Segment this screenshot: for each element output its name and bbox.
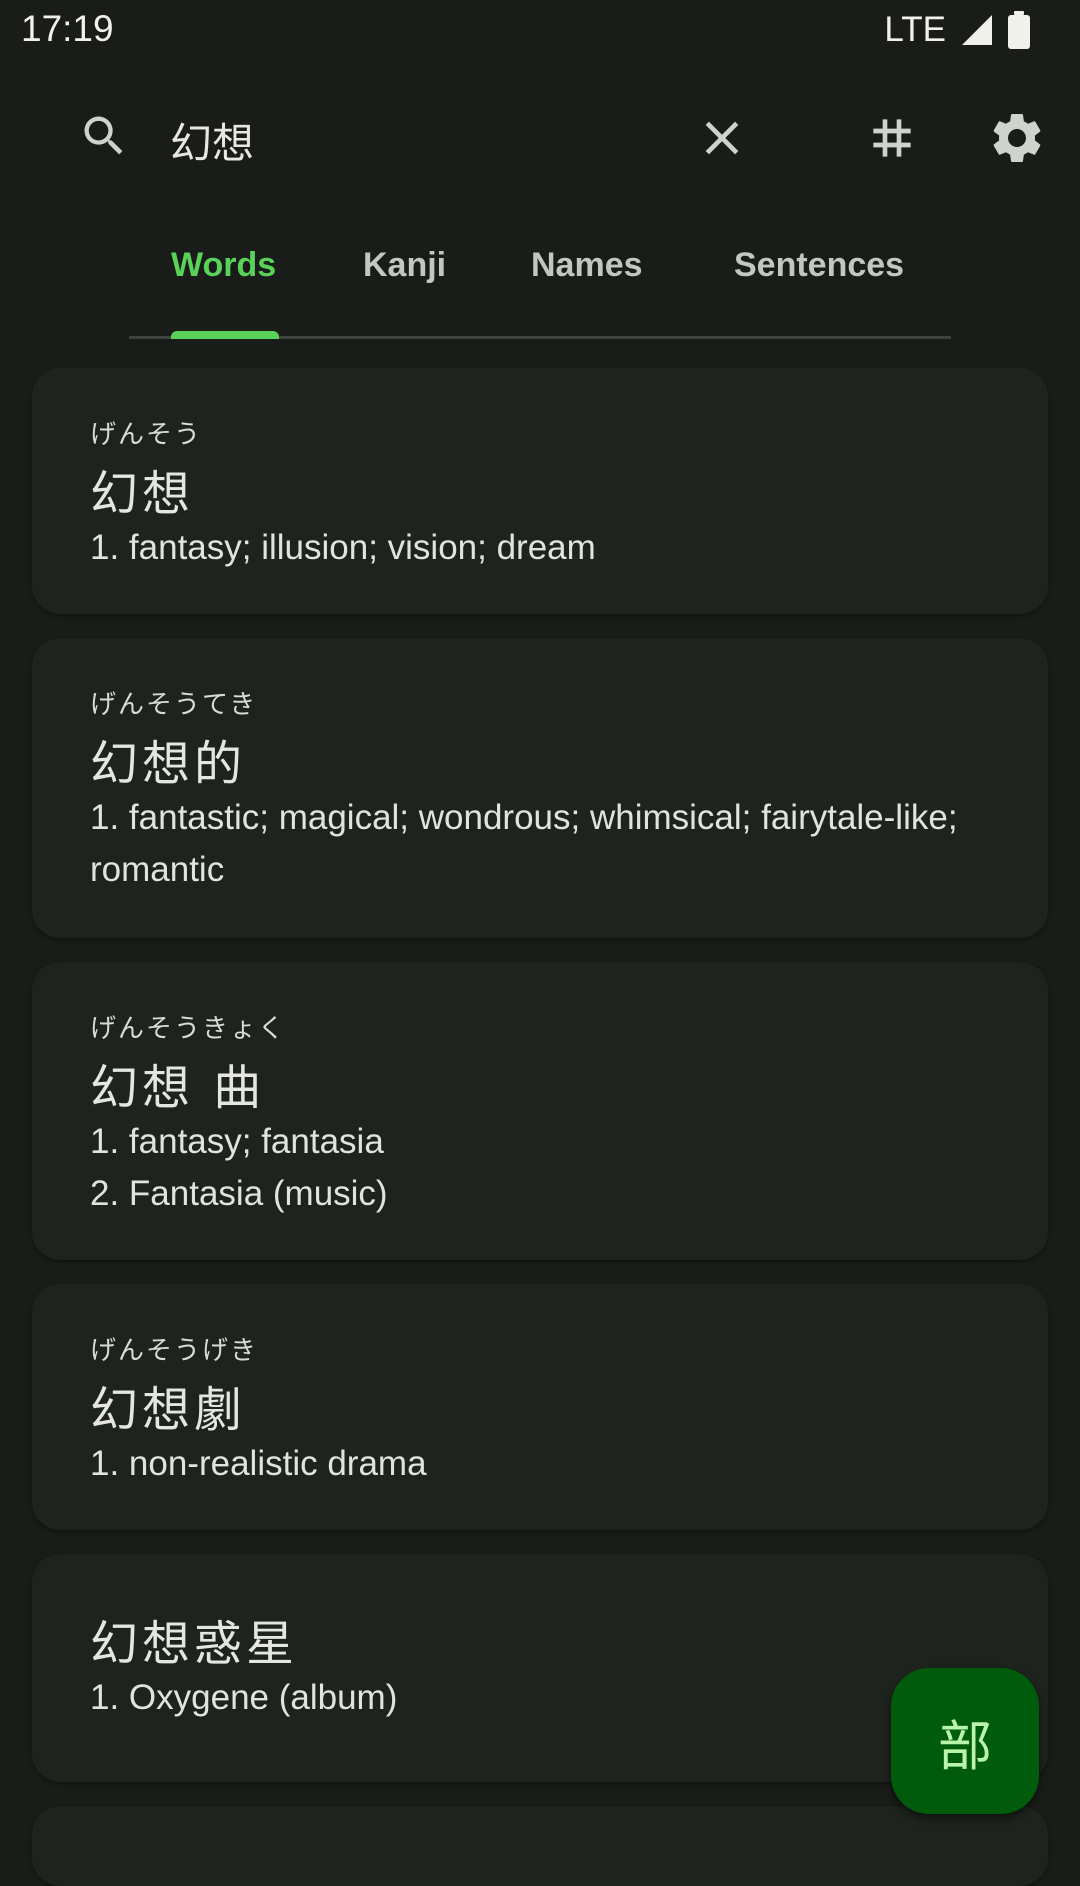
word: 幻想惑星 [90, 1616, 299, 1672]
status-icons: LTE [884, 10, 1030, 50]
word: 幻想的 [90, 736, 247, 792]
gloss: 2. Fantasia (music) [90, 1174, 388, 1213]
radical-search-button[interactable]: 部 [891, 1668, 1039, 1814]
signal-icon [962, 15, 992, 45]
status-time: 17:19 [21, 8, 114, 49]
reading: げんそうてき [90, 690, 258, 720]
tab-words[interactable]: Words [171, 246, 276, 285]
reading: げんそう [90, 420, 203, 450]
gloss: 1. fantastic; magical; wondrous; whimsic… [90, 798, 958, 889]
tab-kanji[interactable]: Kanji [363, 246, 446, 285]
tab-bar: Words Kanji Names Sentences [129, 226, 951, 339]
search-bar: 幻想 [0, 90, 1080, 184]
reading: げんそうきょく [90, 1014, 287, 1044]
gloss: 1. fantasy; illusion; vision; dream [90, 528, 596, 567]
result-card[interactable]: げんそうてき 幻想的 1. fantastic; magical; wondro… [32, 638, 1048, 938]
settings-gear-icon[interactable] [987, 108, 1047, 168]
battery-icon [1008, 11, 1030, 49]
word: 幻想 曲 [90, 1060, 266, 1116]
gloss: 1. fantasy; fantasia [90, 1122, 384, 1161]
hashtag-icon[interactable] [864, 110, 920, 166]
gloss: 1. non-realistic drama [90, 1444, 427, 1483]
result-card[interactable]: げんそうげき 幻想劇 1. non-realistic drama [32, 1284, 1048, 1530]
result-card[interactable] [32, 1806, 1048, 1886]
word: 幻想 [90, 466, 195, 522]
result-card[interactable]: げんそうきょく 幻想 曲 1. fantasy; fantasia 2. Fan… [32, 962, 1048, 1260]
clear-search-button[interactable] [694, 110, 750, 166]
word: 幻想劇 [90, 1382, 247, 1438]
tab-names[interactable]: Names [531, 246, 643, 285]
result-card[interactable]: げんそう 幻想 1. fantasy; illusion; vision; dr… [32, 368, 1048, 614]
tab-indicator [171, 331, 279, 339]
search-input[interactable]: 幻想 [170, 110, 254, 171]
search-icon [84, 116, 123, 155]
status-bar: 17:19 LTE [0, 0, 1080, 64]
gloss: 1. Oxygene (album) [90, 1678, 398, 1717]
reading: げんそうげき [90, 1336, 259, 1366]
tab-sentences[interactable]: Sentences [734, 246, 904, 285]
network-type: LTE [884, 10, 946, 49]
